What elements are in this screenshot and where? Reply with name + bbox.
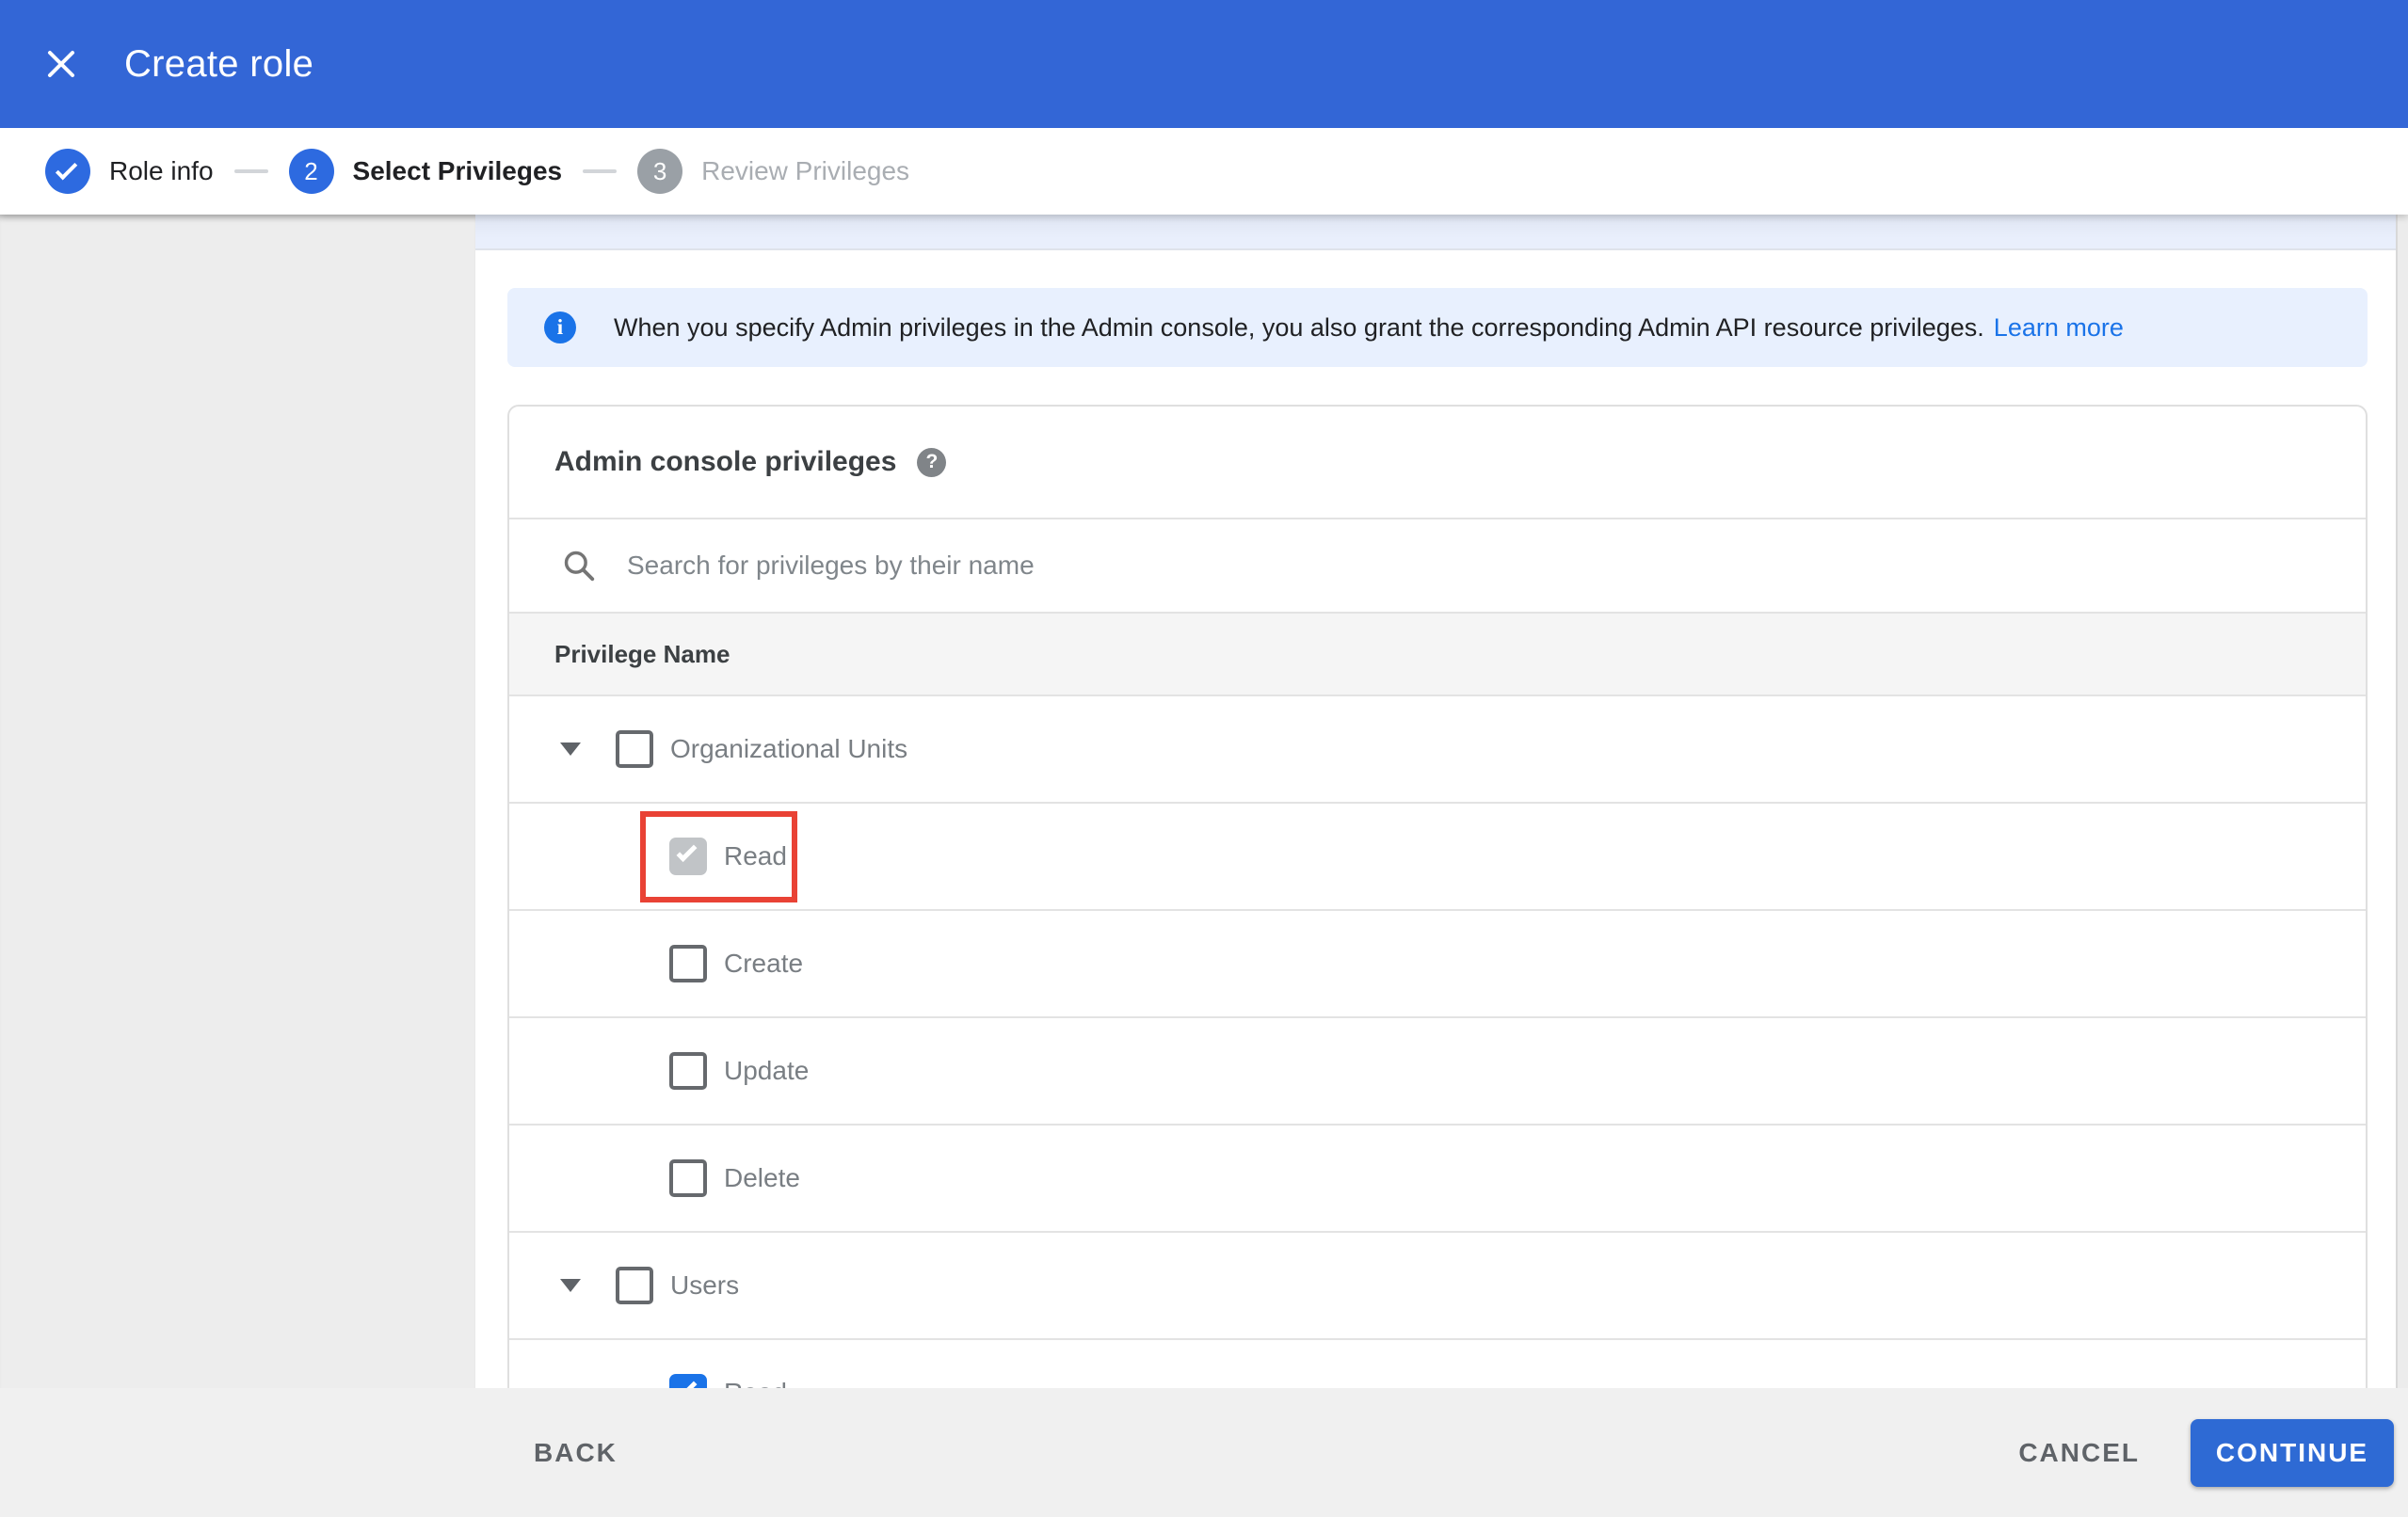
red-highlight-box [640, 811, 797, 902]
cancel-button[interactable]: CANCEL [2018, 1438, 2140, 1468]
create-role-dialog: Create role Role info 2 Select Privilege… [0, 0, 2408, 1517]
table-row-create: Create [509, 909, 2366, 1016]
row-label: Create [724, 949, 804, 978]
step-complete-circle [45, 149, 90, 194]
back-button[interactable]: BACK [534, 1438, 618, 1468]
learn-more-link[interactable]: Learn more [1994, 313, 2124, 343]
users-read-checkbox-checked[interactable] [669, 1374, 707, 1388]
step-label: Select Privileges [352, 156, 563, 185]
table-row-update: Update [509, 1016, 2366, 1124]
row-label: Read [724, 1378, 787, 1388]
step-number-circle: 3 [637, 149, 683, 194]
info-icon: i [544, 311, 576, 343]
step-connector [583, 169, 618, 173]
step-review-privileges[interactable]: 3 Review Privileges [637, 149, 909, 194]
app-bar: Create role [0, 0, 2408, 128]
card-title: Admin console privileges [554, 446, 897, 477]
continue-button[interactable]: CONTINUE [2191, 1418, 2394, 1487]
delete-checkbox[interactable] [669, 1159, 707, 1197]
row-label: Users [670, 1270, 740, 1300]
collapse-arrow-icon[interactable] [560, 1279, 581, 1292]
table-row-organizational-units: Organizational Units [509, 695, 2366, 802]
privilege-search-input[interactable] [627, 551, 2133, 581]
step-number-circle: 2 [288, 149, 334, 194]
checkmark-icon [676, 841, 698, 862]
step-role-info[interactable]: Role info [45, 149, 214, 194]
footer-bar: BACK CANCEL CONTINUE [0, 1388, 2408, 1517]
help-icon[interactable]: ? [917, 447, 947, 477]
vertical-scrollbar[interactable] [2396, 215, 2408, 1388]
privilege-search-row [509, 518, 2366, 612]
search-icon [564, 551, 595, 582]
step-label: Review Privileges [701, 156, 910, 185]
row-label: Organizational Units [670, 734, 908, 763]
check-icon [55, 157, 78, 180]
table-row-users-read: Read [509, 1338, 2366, 1388]
scrolled-content-edge [475, 215, 2397, 250]
create-checkbox[interactable] [669, 945, 707, 982]
read-checkbox-checked[interactable] [669, 838, 707, 875]
step-label: Role info [109, 156, 214, 185]
row-label: Delete [724, 1163, 800, 1192]
step-select-privileges[interactable]: 2 Select Privileges [288, 149, 563, 194]
update-checkbox[interactable] [669, 1052, 707, 1090]
left-sidebar [0, 215, 475, 1388]
stepper: Role info 2 Select Privileges 3 Review P… [0, 128, 2408, 215]
banner-text: When you specify Admin privileges in the… [614, 312, 1984, 342]
close-icon[interactable] [44, 47, 78, 81]
table-row-delete: Delete [509, 1124, 2366, 1231]
step-connector [233, 169, 268, 173]
table-row-read: Read [509, 802, 2366, 909]
row-label: Update [724, 1056, 810, 1085]
content-area: i When you specify Admin privileges in t… [475, 215, 2408, 1388]
dialog-title: Create role [124, 42, 314, 85]
info-banner: i When you specify Admin privileges in t… [507, 288, 2368, 367]
users-checkbox[interactable] [616, 1267, 653, 1304]
organizational-units-checkbox[interactable] [616, 730, 653, 768]
table-row-users: Users [509, 1231, 2366, 1338]
column-header-privilege-name: Privilege Name [509, 612, 2366, 695]
collapse-arrow-icon[interactable] [560, 743, 581, 756]
card-header: Admin console privileges ? [509, 407, 2366, 518]
checkmark-icon [676, 1378, 698, 1388]
privileges-card: Admin console privileges ? Privilege Nam… [507, 405, 2368, 1388]
